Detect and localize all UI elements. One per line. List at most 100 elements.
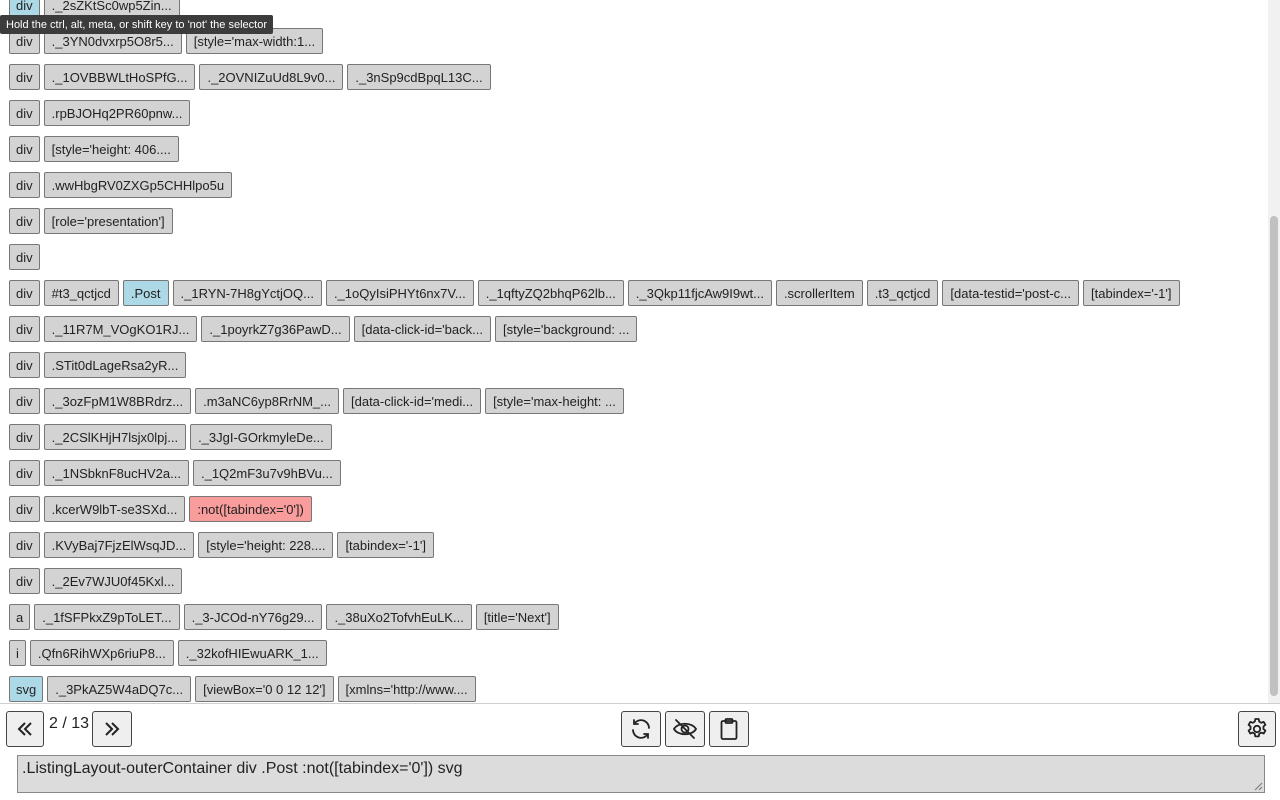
selector-part-chip[interactable]: .scrollerItem — [775, 280, 863, 306]
selector-part-chip[interactable]: ._1qftyZQ2bhqP62lb... — [477, 280, 624, 306]
selector-row: svg ._3PkAZ5W4aDQ7c... [viewBox='0 0 12 12… — [9, 676, 476, 702]
selector-part-chip[interactable]: [data-testid='post-c... — [942, 280, 1080, 306]
gear-icon — [1245, 717, 1269, 741]
selector-part-chip[interactable]: [style='max-height: ... — [485, 388, 624, 414]
selector-part-chip[interactable]: [style='height: 228.... — [198, 532, 334, 558]
selector-part-chip[interactable]: ._3ozFpM1W8BRdrz... — [43, 388, 192, 414]
element-tag-chip[interactable]: div — [9, 424, 40, 450]
selector-part-chip[interactable]: [title='Next'] — [475, 604, 559, 630]
selector-row: a ._1fSFPkxZ9pToLET... ._3-JCOd-nY76g29...… — [9, 604, 559, 630]
selector-row: div .kcerW9lbT-se3SXd...:not([tabindex='0… — [9, 496, 312, 522]
selector-row: div [role='presentation'] — [9, 208, 173, 234]
double-chevron-left-icon — [16, 722, 34, 736]
selector-part-chip[interactable]: .Qfn6RihWXp6riuP8... — [29, 640, 174, 666]
element-tag-chip[interactable]: div — [9, 100, 40, 126]
clipboard-icon — [719, 717, 739, 741]
selector-row: div .KVyBaj7FjzElWsqJD... [style='height: … — [9, 532, 434, 558]
element-tag-chip[interactable]: div — [9, 460, 40, 486]
element-tag-chip[interactable]: div — [9, 280, 40, 306]
selector-part-chip[interactable]: [data-click-id='back... — [353, 316, 491, 342]
element-tag-chip[interactable]: div — [9, 64, 40, 90]
match-counter: 2 / 13 — [49, 715, 89, 733]
element-tag-chip[interactable]: div — [9, 352, 40, 378]
selector-part-chip[interactable]: .wwHbgRV0ZXGp5CHHlpo5u — [43, 172, 233, 198]
selector-part-chip[interactable]: ._1OVBBWLtHoSPfG... — [43, 64, 196, 90]
selector-part-chip[interactable]: .KVyBaj7FjzElWsqJD... — [43, 532, 195, 558]
selector-part-chip[interactable]: [role='presentation'] — [43, 208, 173, 234]
element-tag-chip[interactable]: div — [9, 532, 40, 558]
selector-part-chip[interactable]: .t3_qctjcd — [866, 280, 939, 306]
element-tag-chip[interactable]: div — [9, 388, 40, 414]
selector-row: div ._2CSlKHjH7lsjx0lpj... ._3JgI-GOrkmyle… — [9, 424, 332, 450]
selector-part-chip[interactable]: ._1NSbknF8ucHV2a... — [43, 460, 189, 486]
selector-part-chip[interactable]: .STit0dLageRsa2yR... — [43, 352, 187, 378]
selector-row: div — [9, 244, 40, 270]
element-tag-chip[interactable]: div — [9, 208, 40, 234]
resize-grip-icon[interactable] — [1254, 782, 1263, 791]
selector-part-chip[interactable]: ._2OVNIZuUd8L9v0... — [199, 64, 344, 90]
selector-part-chip[interactable]: .kcerW9lbT-se3SXd... — [43, 496, 186, 522]
selector-part-chip[interactable]: ._3PkAZ5W4aDQ7c... — [47, 676, 192, 702]
element-tag-chip[interactable]: div — [9, 136, 40, 162]
element-tag-chip[interactable]: i — [9, 640, 26, 666]
selector-part-chip[interactable]: ._32kofHIEwuARK_1... — [177, 640, 327, 666]
selector-part-chip[interactable]: ._1poyrkZ7g36PawD... — [201, 316, 350, 342]
selector-part-chip[interactable]: .Post — [122, 280, 169, 306]
selector-part-chip[interactable]: ._3Qkp11fjcAw9I9wt... — [627, 280, 772, 306]
selector-part-chip[interactable]: [viewBox='0 0 12 12'] — [195, 676, 334, 702]
refresh-button[interactable] — [621, 711, 661, 747]
selector-part-chip[interactable]: ._1Q2mF3u7v9hBVu... — [192, 460, 341, 486]
element-tag-chip[interactable]: svg — [9, 676, 44, 702]
selector-part-chip[interactable]: ._3JgI-GOrkmyleDe... — [190, 424, 332, 450]
selector-part-chip[interactable]: ._1oQyIsiPHYt6nx7V... — [325, 280, 474, 306]
selector-part-chip[interactable]: ._2Ev7WJU0f45Kxl... — [43, 568, 183, 594]
selector-part-chip[interactable]: .m3aNC6yp8RrNM_... — [195, 388, 339, 414]
selector-row: div ._3ozFpM1W8BRdrz... .m3aNC6yp8RrNM_...… — [9, 388, 624, 414]
selector-part-chip[interactable]: ._1fSFPkxZ9pToLET... — [34, 604, 180, 630]
selector-part-chip[interactable]: ._2CSlKHjH7lsjx0lpj... — [43, 424, 187, 450]
selector-row: i .Qfn6RihWXp6riuP8... ._32kofHIEwuARK_1..… — [9, 640, 327, 666]
selector-part-chip[interactable]: #t3_qctjcd — [43, 280, 119, 306]
selector-row: div .wwHbgRV0ZXGp5CHHlpo5u — [9, 172, 233, 198]
scrollbar[interactable] — [1268, 0, 1280, 703]
settings-button[interactable] — [1238, 711, 1276, 747]
match-separator: / — [62, 715, 67, 732]
selector-part-chip[interactable]: ._3nSp9cdBpqL13C... — [347, 64, 491, 90]
toolbar-divider — [0, 703, 1280, 704]
eye-slash-icon — [672, 717, 698, 741]
selector-row: div .STit0dLageRsa2yR... — [9, 352, 187, 378]
selector-row: div ._2Ev7WJU0f45Kxl... — [9, 568, 183, 594]
selector-part-chip[interactable]: [tabindex='-1'] — [337, 532, 434, 558]
double-chevron-right-icon — [103, 722, 121, 736]
selector-row: div ._11R7M_VOgKO1RJ... ._1poyrkZ7g36PawD.… — [9, 316, 638, 342]
element-tag-chip[interactable]: div — [9, 316, 40, 342]
element-tag-chip[interactable]: div — [9, 172, 40, 198]
scrollbar-thumb[interactable] — [1270, 216, 1278, 696]
selector-part-chip[interactable]: ._11R7M_VOgKO1RJ... — [43, 316, 198, 342]
element-tag-chip[interactable]: a — [9, 604, 31, 630]
refresh-icon — [629, 717, 653, 741]
selector-row: div ._1OVBBWLtHoSPfG... ._2OVNIZuUd8L9v0..… — [9, 64, 491, 90]
modifier-key-tooltip: Hold the ctrl, alt, meta, or shift key t… — [0, 15, 273, 34]
selector-part-chip[interactable]: [xmlns='http://www.... — [337, 676, 476, 702]
selector-part-chip[interactable]: ._3-JCOd-nY76g29... — [183, 604, 323, 630]
selector-part-chip[interactable]: [data-click-id='medi... — [343, 388, 482, 414]
element-tag-chip[interactable]: div — [9, 568, 40, 594]
selector-output-field[interactable]: .ListingLayout-outerContainer div .Post … — [17, 755, 1265, 793]
prev-match-button[interactable] — [6, 711, 44, 747]
copy-selector-button[interactable] — [709, 711, 749, 747]
element-tag-chip[interactable]: div — [9, 496, 40, 522]
selector-part-chip[interactable]: ._38uXo2TofvhEuLK... — [326, 604, 472, 630]
selector-row: div ._1NSbknF8ucHV2a... ._1Q2mF3u7v9hBVu..… — [9, 460, 341, 486]
toggle-highlight-button[interactable] — [665, 711, 705, 747]
selector-part-chip[interactable]: [style='height: 406.... — [43, 136, 179, 162]
selector-part-chip[interactable]: [tabindex='-1'] — [1083, 280, 1180, 306]
selector-row: div [style='height: 406.... — [9, 136, 179, 162]
selector-part-chip[interactable]: .rpBJOHq2PR60pnw... — [43, 100, 191, 126]
selector-path-list[interactable]: div ._2sZKtSc0wp5Zin... div ._3YN0dvxrp5O8r… — [0, 0, 1268, 703]
selector-part-chip[interactable]: :not([tabindex='0']) — [189, 496, 312, 522]
selector-part-chip[interactable]: ._1RYN-7H8gYctjOQ... — [172, 280, 322, 306]
selector-part-chip[interactable]: [style='background: ... — [494, 316, 638, 342]
next-match-button[interactable] — [92, 711, 132, 747]
element-tag-chip[interactable]: div — [9, 244, 40, 270]
